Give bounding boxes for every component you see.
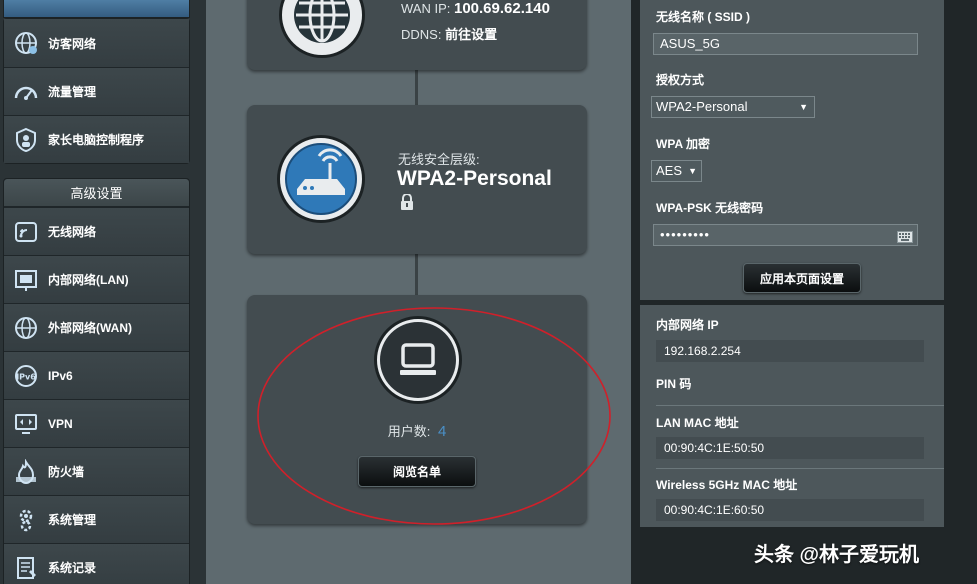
administration-icon xyxy=(12,506,40,534)
security-level-value: WPA2-Personal xyxy=(397,167,552,190)
security-level-label: 无线安全层级: xyxy=(398,152,480,167)
sidebar-item-ipv6[interactable]: IPv6 IPv6 xyxy=(4,351,189,399)
sidebar-item-guest-network[interactable]: 访客网络 xyxy=(4,19,189,67)
firewall-icon xyxy=(12,458,40,486)
apply-settings-button[interactable]: 应用本页面设置 xyxy=(743,263,861,293)
wan-ip-value: 100.69.62.140 xyxy=(453,0,550,17)
sidebar-item-wan[interactable]: 外部网络(WAN) xyxy=(4,303,189,351)
wireless-mac-label: Wireless 5GHz MAC 地址 xyxy=(656,478,798,492)
wireless-icon xyxy=(12,218,40,246)
svg-text:IPv6: IPv6 xyxy=(16,372,36,381)
network-map-connector xyxy=(415,254,418,296)
lan-mac-value: 00:90:4C:1E:50:50 xyxy=(656,437,924,459)
sidebar-item-firewall[interactable]: 防火墙 xyxy=(4,447,189,495)
sidebar-item-label: IPv6 xyxy=(48,368,73,383)
wireless-security-card[interactable]: 无线安全层级: WPA2-Personal xyxy=(247,105,587,254)
pin-code-label: PIN 码 xyxy=(656,377,692,391)
sidebar-item-label: 无线网络 xyxy=(48,225,97,239)
lan-ip-value: 192.168.2.254 xyxy=(656,340,924,362)
watermark: 头条 @林子爱玩机 xyxy=(754,544,920,566)
wan-icon xyxy=(12,314,40,342)
sidebar-item-label: 流量管理 xyxy=(48,85,97,99)
lock-icon xyxy=(400,193,414,215)
sidebar-item-system-log[interactable]: 系统记录 xyxy=(4,543,189,584)
ddns-setup-link[interactable]: 前往设置 xyxy=(445,27,497,42)
chevron-down-icon: ▼ xyxy=(688,166,697,176)
sidebar-item-parental-control[interactable]: 家长电脑控制程序 xyxy=(4,115,189,163)
wpa-encryption-select[interactable]: AES ▼ xyxy=(651,160,702,182)
parental-control-icon xyxy=(12,126,40,154)
auth-method-value: WPA2-Personal xyxy=(656,99,748,114)
sidebar-item-wireless[interactable]: 无线网络 xyxy=(4,207,189,255)
lan-info-box: 内部网络 IP 192.168.2.254 PIN 码 LAN MAC 地址 0… xyxy=(640,305,944,527)
guest-network-icon xyxy=(12,29,40,57)
sidebar-item-active[interactable] xyxy=(3,0,190,18)
sidebar-item-label: VPN xyxy=(48,416,73,431)
system-log-icon xyxy=(12,554,40,582)
keyboard-icon[interactable] xyxy=(897,229,913,249)
auth-method-select[interactable]: WPA2-Personal ▼ xyxy=(651,96,815,118)
wireless-mac-value: 00:90:4C:1E:60:50 xyxy=(656,499,924,521)
wireless-settings-box: 无线名称 ( SSID ) ASUS_5G 授权方式 WPA2-Personal… xyxy=(640,0,944,300)
traffic-manager-icon xyxy=(12,78,40,106)
annotation-ellipse xyxy=(257,307,611,525)
wan-ip-row: WAN IP: 100.69.62.140 xyxy=(401,0,550,17)
right-panel: 无线名称 ( SSID ) ASUS_5G 授权方式 WPA2-Personal… xyxy=(631,0,977,584)
chevron-down-icon: ▼ xyxy=(799,102,808,112)
ddns-row: DDNS: 前往设置 xyxy=(401,24,497,43)
auth-method-label: 授权方式 xyxy=(656,73,705,87)
ddns-label: DDNS: xyxy=(401,27,442,42)
sidebar-item-label: 系统记录 xyxy=(48,561,97,575)
sidebar-item-lan[interactable]: 内部网络(LAN) xyxy=(4,255,189,303)
sidebar-item-traffic-manager[interactable]: 流量管理 xyxy=(4,67,189,115)
general-menu-group: 访客网络 流量管理 家长电脑控制程序 xyxy=(3,18,190,164)
sidebar-item-vpn[interactable]: VPN xyxy=(4,399,189,447)
router-icon xyxy=(277,135,365,223)
network-map-connector xyxy=(415,70,418,106)
lan-icon xyxy=(12,266,40,294)
wan-ip-label: WAN IP: xyxy=(401,1,451,16)
sidebar-item-label: 访客网络 xyxy=(48,36,97,51)
sidebar: 访客网络 流量管理 家长电脑控制程序 高级设置 无线网络 内部网络(LAN) 外… xyxy=(0,0,206,584)
vpn-icon xyxy=(12,410,40,438)
divider xyxy=(656,468,944,469)
advanced-settings-header: 高级设置 xyxy=(4,179,189,207)
sidebar-item-label: 外部网络(WAN) xyxy=(48,321,132,335)
ssid-label: 无线名称 ( SSID ) xyxy=(656,10,751,24)
sidebar-item-administration[interactable]: 系统管理 xyxy=(4,495,189,543)
sidebar-item-label: 系统管理 xyxy=(48,513,97,527)
internet-status-card[interactable]: WAN IP: 100.69.62.140 DDNS: 前往设置 xyxy=(247,0,587,70)
wpa-encryption-label: WPA 加密 xyxy=(656,137,710,151)
advanced-menu-group: 高级设置 无线网络 内部网络(LAN) 外部网络(WAN) IPv6 IPv6 xyxy=(3,178,190,584)
ssid-input[interactable]: ASUS_5G xyxy=(653,33,918,55)
internet-globe-icon xyxy=(279,0,365,58)
sidebar-item-label: 家长电脑控制程序 xyxy=(48,133,145,147)
sidebar-item-label: 防火墙 xyxy=(48,465,85,479)
sidebar-item-label: 内部网络(LAN) xyxy=(48,273,129,287)
lan-ip-label: 内部网络 IP xyxy=(656,318,719,332)
wpa-encryption-value: AES xyxy=(656,163,683,178)
wpa-psk-input[interactable]: ••••••••• xyxy=(653,224,918,246)
wpa-psk-label: WPA-PSK 无线密码 xyxy=(656,201,764,215)
wpa-psk-value: ••••••••• xyxy=(660,227,710,242)
divider xyxy=(656,405,944,406)
ipv6-icon: IPv6 xyxy=(12,362,40,390)
lan-mac-label: LAN MAC 地址 xyxy=(656,416,739,430)
